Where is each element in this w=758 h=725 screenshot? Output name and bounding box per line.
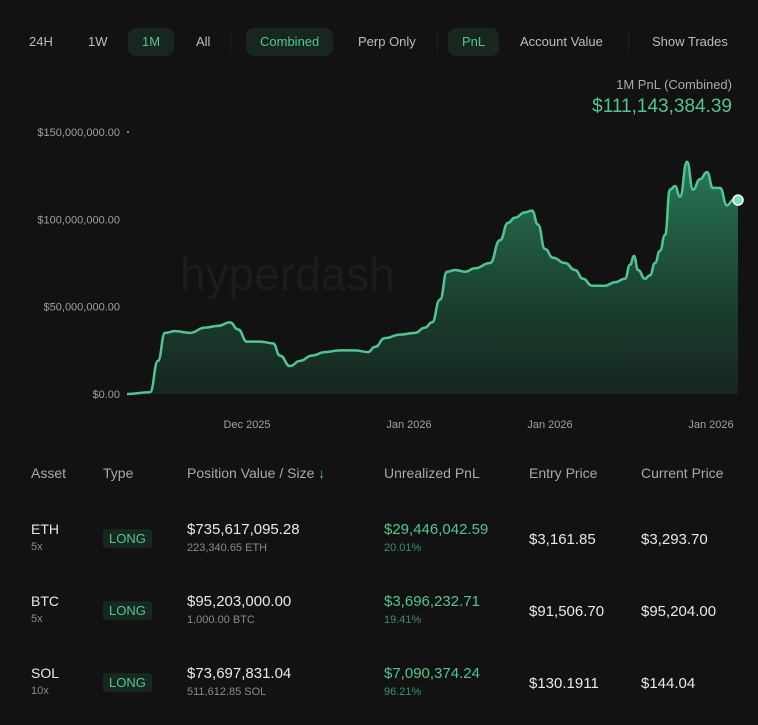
entry-price: $130.1911 bbox=[529, 675, 599, 692]
current-point-marker bbox=[732, 194, 744, 206]
asset-name: ETH bbox=[31, 521, 59, 537]
position-value: $735,617,095.28 bbox=[187, 521, 300, 538]
x-tick-label: Jan 2026 bbox=[688, 419, 733, 431]
col-type[interactable]: Type bbox=[103, 465, 133, 481]
y-tick-label: $0.00 bbox=[92, 389, 120, 401]
x-tick-label: Jan 2026 bbox=[386, 419, 431, 431]
x-tick-label: Jan 2026 bbox=[527, 419, 572, 431]
position-size: 1,000.00 BTC bbox=[187, 614, 255, 626]
type-badge: LONG bbox=[103, 529, 152, 548]
position-value: $95,203,000.00 bbox=[187, 593, 292, 610]
y-tick-label: $50,000,000.00 bbox=[44, 302, 120, 314]
type-badge: LONG bbox=[103, 601, 152, 620]
x-tick-label: Dec 2025 bbox=[223, 419, 270, 431]
asset-name: SOL bbox=[31, 665, 60, 681]
y-tick-label: $100,000,000.00 bbox=[37, 214, 120, 226]
table-row[interactable]: ETH 5x LONG $735,617,095.28 223,340.65 ETH $2… bbox=[0, 521, 758, 581]
position-size: 223,340.65 ETH bbox=[187, 542, 268, 554]
position-value: $73,697,831.04 bbox=[187, 665, 292, 682]
unrealized-pnl: $7,090,374.24 bbox=[384, 665, 480, 682]
table-row[interactable]: SOL 10x LONG $73,697,831.04 511,612.85 SOL $7… bbox=[0, 665, 758, 725]
watermark: hyperdash bbox=[180, 248, 395, 300]
pnl-percent: 96.21% bbox=[384, 686, 422, 698]
pnl-percent: 19.41% bbox=[384, 614, 422, 626]
col-label: Position Value / Size bbox=[187, 465, 315, 481]
y-tick-dot bbox=[127, 131, 129, 133]
pnl-percent: 20.01% bbox=[384, 542, 422, 554]
col-asset[interactable]: Asset bbox=[31, 465, 66, 481]
leverage: 10x bbox=[31, 685, 49, 697]
position-size: 511,612.85 SOL bbox=[187, 686, 267, 698]
y-tick-label: $150,000,000.00 bbox=[37, 127, 120, 139]
current-price: $95,204.00 bbox=[641, 603, 717, 620]
leverage: 5x bbox=[31, 541, 43, 553]
entry-price: $3,161.85 bbox=[529, 531, 596, 548]
unrealized-pnl: $3,696,232.71 bbox=[384, 593, 480, 610]
leverage: 5x bbox=[31, 613, 43, 625]
current-price: $3,293.70 bbox=[641, 531, 708, 548]
current-price: $144.04 bbox=[641, 675, 696, 692]
col-entry-price[interactable]: Entry Price bbox=[529, 465, 597, 481]
asset-name: BTC bbox=[31, 593, 59, 609]
col-position-value[interactable]: Position Value / Size ↓ bbox=[187, 465, 325, 481]
unrealized-pnl: $29,446,042.59 bbox=[384, 521, 489, 538]
col-current-price[interactable]: Current Price bbox=[641, 465, 723, 481]
type-badge: LONG bbox=[103, 673, 152, 692]
pnl-chart[interactable]: hyperdash $0.00 $50,000,000.00 $100,000,00… bbox=[0, 0, 758, 440]
entry-price: $91,506.70 bbox=[529, 603, 605, 620]
table-row[interactable]: BTC 5x LONG $95,203,000.00 1,000.00 BTC $3,69… bbox=[0, 593, 758, 653]
sort-arrow-down-icon: ↓ bbox=[318, 465, 326, 481]
col-unrealized-pnl[interactable]: Unrealized PnL bbox=[384, 465, 480, 481]
